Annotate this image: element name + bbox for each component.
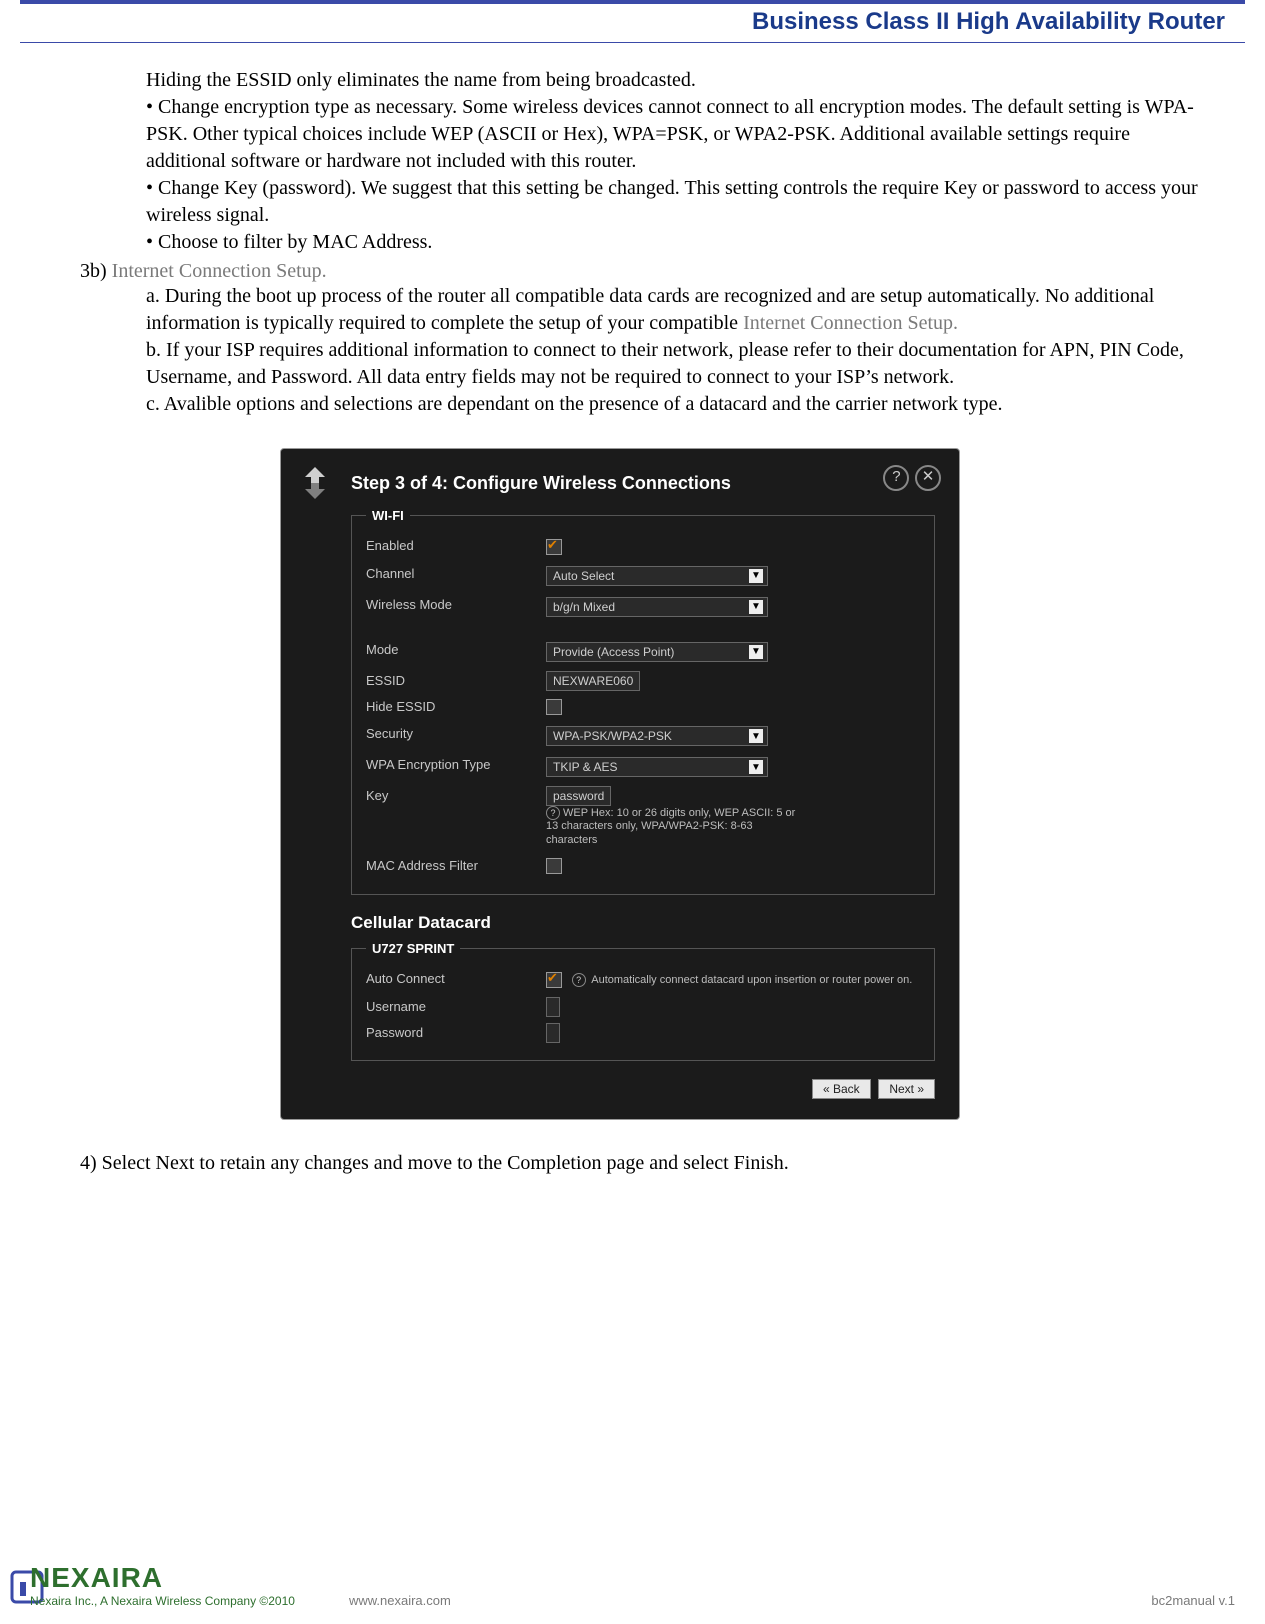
select-mode-value: Provide (Access Point): [553, 645, 674, 659]
select-wmode-value: b/g/n Mixed: [553, 600, 615, 614]
cellular-fieldset: U727 SPRINT Auto Connect ? Automatically…: [351, 941, 935, 1061]
input-password[interactable]: [546, 1023, 560, 1043]
bullet-encryption: • Change encryption type as necessary. S…: [146, 94, 1205, 175]
label-essid: ESSID: [366, 673, 546, 688]
label-mode: Mode: [366, 642, 546, 657]
input-essid[interactable]: NEXWARE060: [546, 671, 640, 691]
select-mode[interactable]: Provide (Access Point) ▼: [546, 642, 768, 662]
close-icon[interactable]: ✕: [915, 465, 941, 491]
header-title: Business Class II High Availability Rout…: [752, 8, 1225, 35]
checkbox-hide-essid[interactable]: [546, 699, 562, 715]
info-icon: ?: [572, 973, 586, 987]
input-key[interactable]: password: [546, 786, 611, 806]
step-3b: 3b) Internet Connection Setup.: [80, 260, 1205, 283]
label-hide-essid: Hide ESSID: [366, 699, 546, 714]
select-security-value: WPA-PSK/WPA2-PSK: [553, 729, 672, 743]
select-wpa-encryption[interactable]: TKIP & AES ▼: [546, 757, 768, 777]
footer-version: bc2manual v.1: [1151, 1593, 1235, 1608]
chevron-down-icon: ▼: [749, 760, 763, 774]
label-username: Username: [366, 999, 546, 1014]
wizard-screenshot: ? ✕ Step 3 of 4: Configure Wireless Conn…: [280, 448, 960, 1120]
para-step4: 4) Select Next to retain any changes and…: [80, 1150, 1205, 1177]
label-password: Password: [366, 1025, 546, 1040]
select-security[interactable]: WPA-PSK/WPA2-PSK ▼: [546, 726, 768, 746]
bullet-key: • Change Key (password). We suggest that…: [146, 175, 1205, 229]
para-3b-b: b. If your ISP requires additional infor…: [146, 337, 1205, 391]
step-3b-title: Internet Connection Setup.: [112, 260, 327, 282]
select-wpaenc-value: TKIP & AES: [553, 760, 617, 774]
para-3b-c: c. Avalible options and selections are d…: [146, 391, 1205, 418]
footer-tagline: Nexaira Inc., A Nexaira Wireless Company…: [30, 1594, 295, 1608]
help-icon[interactable]: ?: [883, 465, 909, 491]
page-header: Business Class II High Availability Rout…: [20, 0, 1245, 43]
key-hint: ?WEP Hex: 10 or 26 digits only, WEP ASCI…: [546, 806, 806, 847]
label-wireless-mode: Wireless Mode: [366, 597, 546, 612]
label-enabled: Enabled: [366, 538, 546, 553]
chevron-down-icon: ▼: [749, 729, 763, 743]
chevron-down-icon: ▼: [749, 569, 763, 583]
para-3b-a-text: a. During the boot up process of the rou…: [146, 285, 1154, 334]
label-key: Key: [366, 788, 546, 803]
info-icon: ?: [546, 806, 560, 820]
document-body: Hiding the ESSID only eliminates the nam…: [0, 67, 1265, 1177]
wifi-legend: WI-FI: [366, 508, 410, 523]
cellular-section-title: Cellular Datacard: [351, 913, 935, 933]
para-3b-a: a. During the boot up process of the rou…: [146, 283, 1205, 337]
page-footer: NEXAIRA Nexaira Inc., A Nexaira Wireless…: [0, 1562, 1265, 1608]
label-wpa-encryption: WPA Encryption Type: [366, 757, 546, 772]
select-channel[interactable]: Auto Select ▼: [546, 566, 768, 586]
chevron-down-icon: ▼: [749, 645, 763, 659]
select-wireless-mode[interactable]: b/g/n Mixed ▼: [546, 597, 768, 617]
footer-url: www.nexaira.com: [349, 1593, 451, 1608]
wizard-logo-icon: [295, 463, 335, 503]
input-username[interactable]: [546, 997, 560, 1017]
cellular-legend: U727 SPRINT: [366, 941, 460, 956]
checkbox-mac-filter[interactable]: [546, 858, 562, 874]
footer-brand: NEXAIRA: [30, 1562, 295, 1594]
wifi-fieldset: WI-FI Enabled Channel Auto Select ▼ Wirel…: [351, 508, 935, 895]
label-mac-filter: MAC Address Filter: [366, 858, 546, 873]
para-3b-a-gray: Internet Connection Setup.: [743, 312, 958, 334]
checkbox-enabled[interactable]: [546, 539, 562, 555]
bullet-mac: • Choose to filter by MAC Address.: [146, 229, 1205, 256]
auto-connect-hint: Automatically connect datacard upon inse…: [591, 974, 912, 986]
label-channel: Channel: [366, 566, 546, 581]
checkbox-auto-connect[interactable]: [546, 972, 562, 988]
next-button[interactable]: Next »: [878, 1079, 935, 1099]
back-button[interactable]: « Back: [812, 1079, 871, 1099]
wizard-title: Step 3 of 4: Configure Wireless Connecti…: [351, 473, 935, 494]
input-essid-value: NEXWARE060: [553, 674, 633, 688]
chevron-down-icon: ▼: [749, 600, 763, 614]
key-hint-text: WEP Hex: 10 or 26 digits only, WEP ASCII…: [546, 807, 795, 845]
select-channel-value: Auto Select: [553, 569, 614, 583]
label-auto-connect: Auto Connect: [366, 971, 546, 986]
step-3b-number: 3b): [80, 260, 112, 282]
input-key-value: password: [553, 789, 604, 803]
label-security: Security: [366, 726, 546, 741]
para-hide-essid: Hiding the ESSID only eliminates the nam…: [146, 67, 1205, 94]
